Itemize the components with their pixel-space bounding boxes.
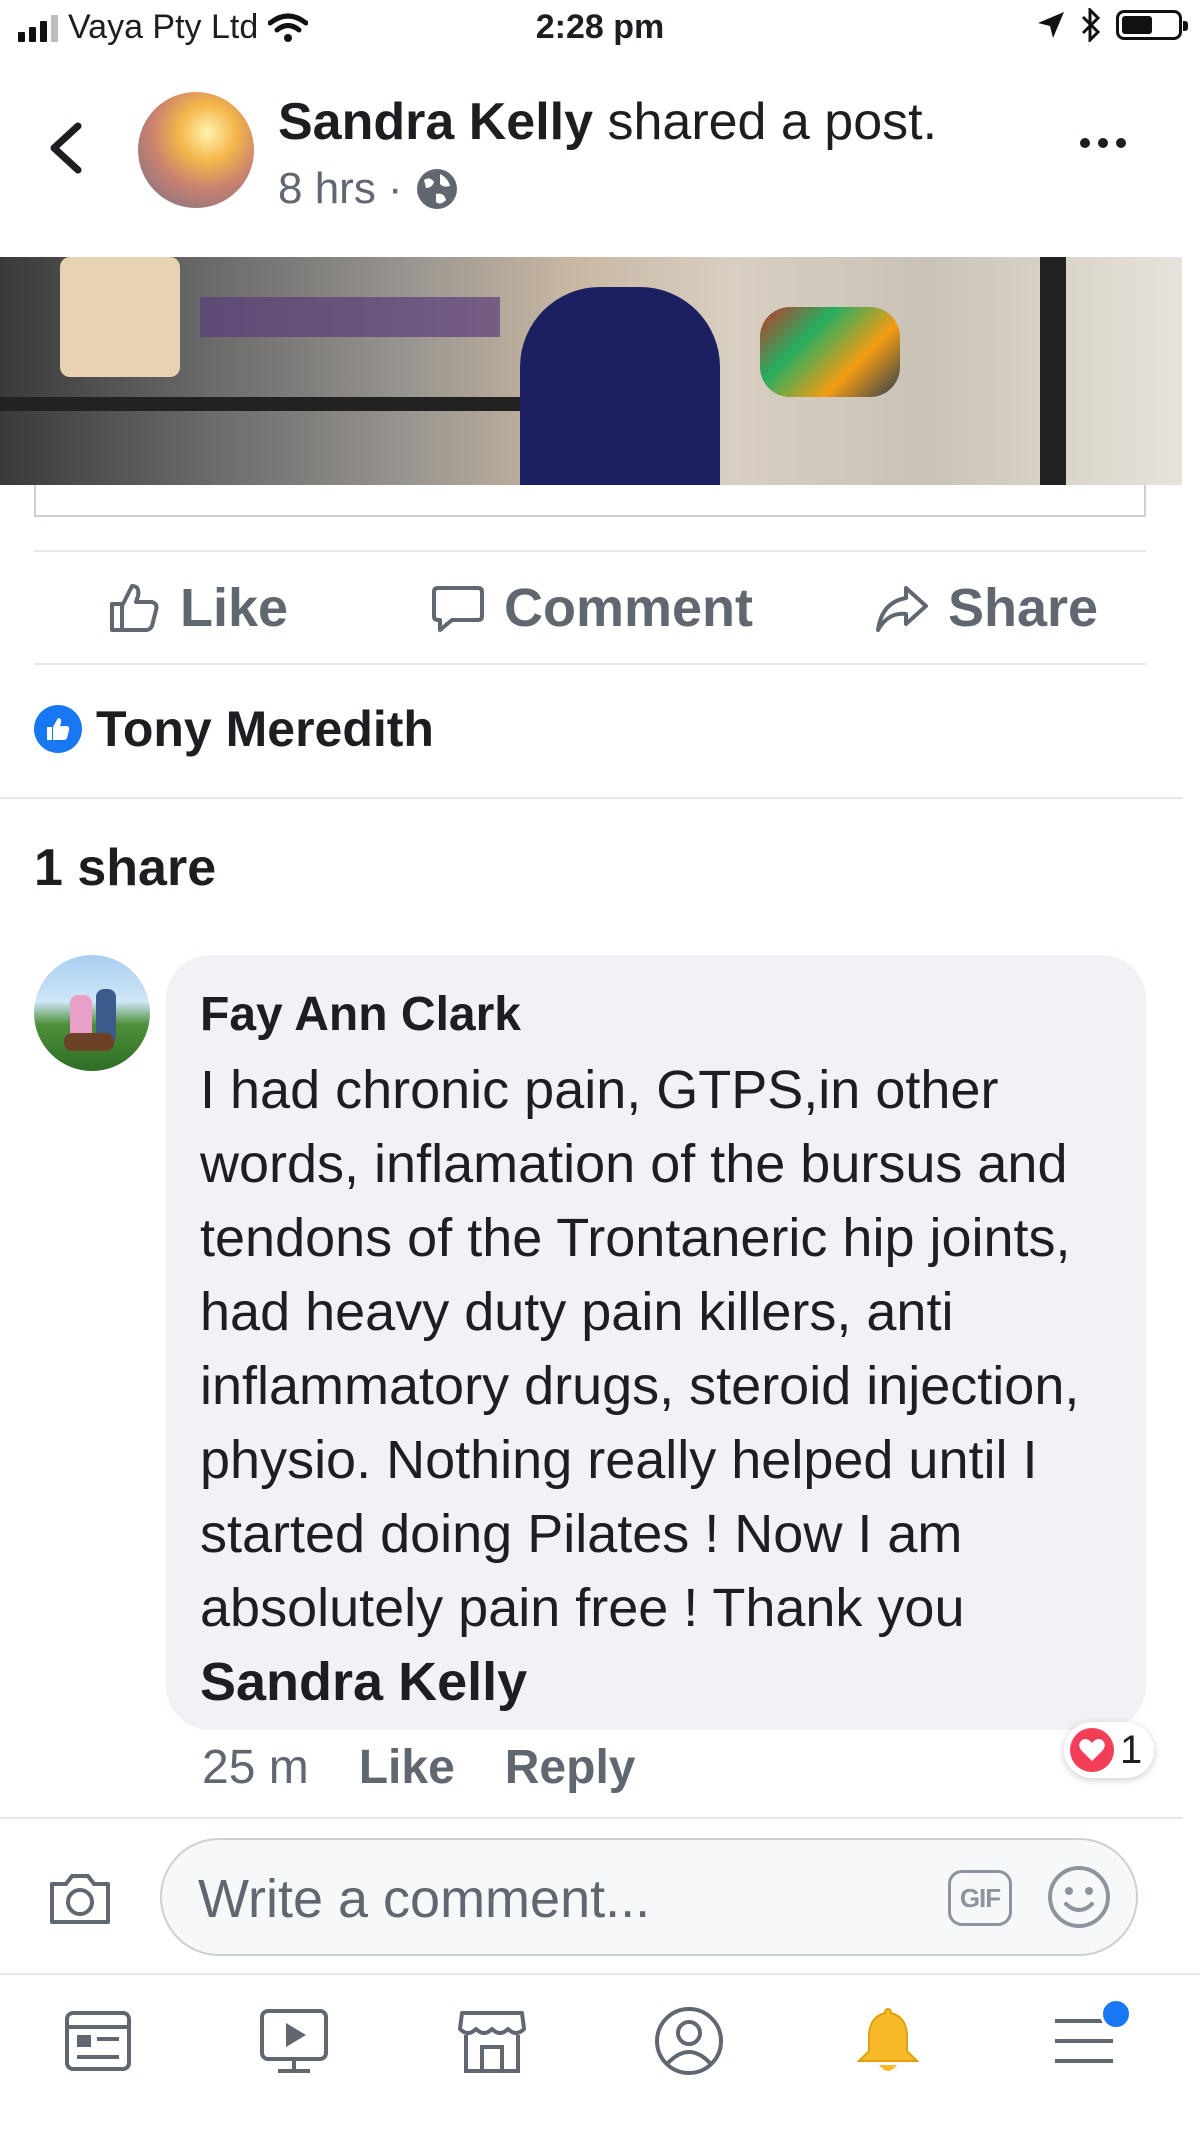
post-meta: 8 hrs · bbox=[278, 164, 460, 214]
heart-icon bbox=[1070, 1728, 1114, 1772]
dot bbox=[1080, 138, 1090, 148]
comment-like-button[interactable]: Like bbox=[359, 1740, 455, 1795]
emoji-icon[interactable] bbox=[1046, 1864, 1112, 1930]
post-image[interactable] bbox=[0, 257, 1182, 485]
globe-icon bbox=[417, 169, 458, 209]
status-time: 2:28 pm bbox=[535, 8, 665, 46]
author-name[interactable]: Sandra Kelly bbox=[278, 93, 593, 151]
chevron-left-icon bbox=[50, 122, 82, 174]
comment-mention[interactable]: Sandra Kelly bbox=[200, 1652, 527, 1712]
comment-input[interactable] bbox=[196, 1864, 900, 1934]
image-person-left bbox=[60, 257, 180, 377]
post-action-text: shared a post. bbox=[607, 93, 938, 151]
comment-bubble: Fay Ann Clark I had chronic pain, GTPS,i… bbox=[166, 955, 1146, 1730]
comment-label: Comment bbox=[504, 578, 754, 638]
share-label: Share bbox=[948, 578, 1099, 638]
comment-author[interactable]: Fay Ann Clark bbox=[200, 985, 1110, 1045]
shared-card-border bbox=[34, 485, 1146, 517]
image-frame-bar bbox=[1040, 257, 1066, 485]
news-feed-icon bbox=[65, 2011, 131, 2071]
nav-notifications[interactable] bbox=[848, 2001, 928, 2081]
divider bbox=[0, 797, 1182, 799]
commenter-avatar[interactable] bbox=[34, 955, 150, 1071]
likes-summary[interactable]: Tony Meredith bbox=[34, 700, 434, 758]
meta-separator: · bbox=[387, 164, 403, 213]
bell-icon bbox=[856, 2007, 920, 2071]
menu-notification-dot bbox=[1100, 1998, 1132, 2030]
comment-composer: GIF bbox=[160, 1838, 1138, 1956]
dot bbox=[1098, 138, 1108, 148]
like-button[interactable]: Like bbox=[106, 575, 288, 641]
divider bbox=[34, 663, 1146, 665]
liker-name: Tony Meredith bbox=[96, 701, 434, 757]
image-towel bbox=[760, 307, 900, 397]
location-arrow-icon bbox=[1038, 12, 1064, 38]
bluetooth-icon bbox=[1081, 8, 1101, 42]
share-button[interactable]: Share bbox=[874, 575, 1098, 641]
nav-news-feed[interactable] bbox=[58, 2001, 138, 2081]
comment-actions: 25 m Like Reply bbox=[202, 1740, 635, 1795]
gif-button[interactable]: GIF bbox=[948, 1870, 1012, 1926]
divider bbox=[0, 1817, 1182, 1819]
like-label: Like bbox=[180, 578, 289, 638]
share-arrow-icon bbox=[876, 586, 928, 632]
comment-button[interactable]: Comment bbox=[430, 575, 753, 641]
back-button[interactable] bbox=[38, 108, 98, 188]
battery-icon bbox=[1116, 10, 1188, 40]
comment-body: I had chronic pain, GTPS,in other words,… bbox=[200, 1060, 1080, 1638]
dot bbox=[1116, 138, 1126, 148]
nav-watch[interactable] bbox=[254, 2001, 334, 2081]
comment-time[interactable]: 25 m bbox=[202, 1740, 309, 1795]
marketplace-icon bbox=[458, 2011, 526, 2073]
image-mat bbox=[200, 297, 500, 337]
share-count[interactable]: 1 share bbox=[34, 838, 216, 898]
status-bar: Vaya Pty Ltd 2:28 pm bbox=[0, 0, 1200, 60]
comment-text: I had chronic pain, GTPS,in other words,… bbox=[200, 1053, 1110, 1719]
nav-profile[interactable] bbox=[649, 2001, 729, 2081]
profile-icon bbox=[655, 2007, 723, 2075]
comment-reply-button[interactable]: Reply bbox=[505, 1740, 636, 1795]
divider bbox=[34, 550, 1146, 552]
comment-reaction-badge[interactable]: 1 bbox=[1064, 1722, 1155, 1778]
bottom-nav bbox=[0, 1973, 1200, 2135]
status-right bbox=[1036, 8, 1188, 42]
camera-icon bbox=[50, 1874, 110, 1924]
post-time[interactable]: 8 hrs bbox=[278, 164, 376, 214]
like-reaction-icon bbox=[34, 705, 82, 753]
image-person-right bbox=[520, 287, 720, 485]
watch-icon bbox=[260, 2009, 328, 2073]
camera-button[interactable] bbox=[46, 1868, 114, 1928]
post-title: Sandra Kelly shared a post. bbox=[278, 92, 937, 152]
nav-marketplace[interactable] bbox=[452, 2001, 532, 2081]
comment-bubble-icon bbox=[432, 586, 484, 632]
more-options-button[interactable] bbox=[1080, 128, 1140, 158]
author-avatar[interactable] bbox=[138, 92, 254, 208]
thumbs-up-icon bbox=[110, 584, 159, 632]
reaction-count: 1 bbox=[1120, 1727, 1143, 1772]
